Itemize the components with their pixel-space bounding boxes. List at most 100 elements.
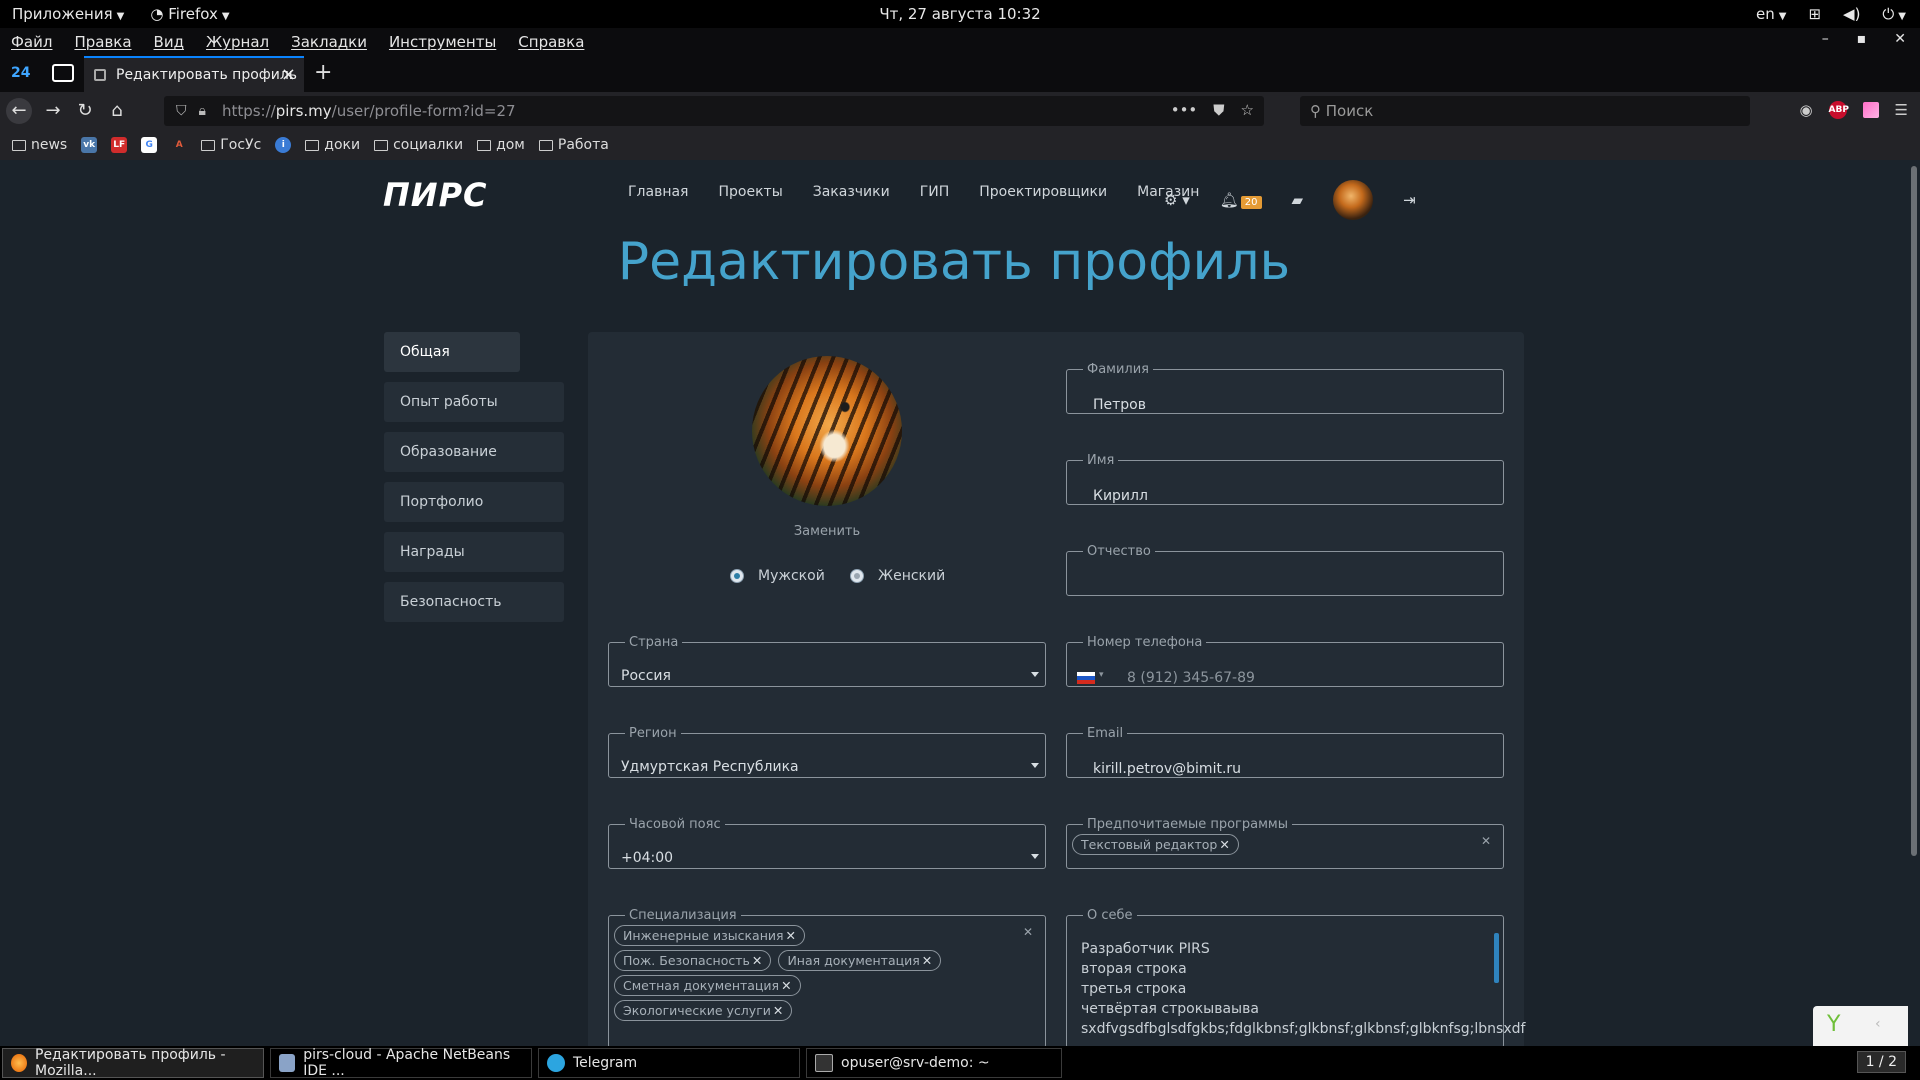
phone-field[interactable]: Номер телефона ▾ 8 (912) 345-67-89 [1066,635,1504,687]
firstname-field[interactable]: Имя Кирилл [1066,453,1504,505]
lastname-field[interactable]: Фамилия Петров [1066,362,1504,414]
sidebar-item-education[interactable]: Образование [384,432,564,472]
notifications-bell-icon[interactable]: 🔔︎ 20 [1220,191,1262,209]
profile-avatar[interactable] [752,356,902,506]
back-icon[interactable]: ← [6,98,32,124]
menu-file[interactable]: Файл [11,33,52,51]
bookmark-home[interactable]: дом [477,137,525,153]
new-tab-icon[interactable]: + [314,60,332,85]
nav-designers[interactable]: Проектировщики [979,184,1107,200]
programs-field[interactable]: Предпочитаемые программы ✕ Текстовый ред… [1066,817,1504,869]
bookmark-gosus[interactable]: ГосУс [201,137,261,153]
yii-debug-toolbar[interactable]: Y ‹ [1813,1006,1908,1046]
page-scrollbar[interactable] [1908,160,1920,1046]
chat-icon[interactable]: ▰ [1292,191,1304,209]
search-input[interactable]: ⚲ Поиск [1300,96,1750,126]
region-select[interactable]: Регион Удмуртская Республика [608,726,1046,778]
account-icon[interactable]: ◉ [1799,101,1812,119]
workspace-pager[interactable]: 1 / 2 [1856,1051,1906,1073]
shield-icon[interactable]: ⛉ [176,103,187,119]
about-scrollbar[interactable] [1494,933,1499,983]
task-terminal[interactable]: opuser@srv-demo: ~ [806,1048,1062,1078]
nav-home[interactable]: Главная [628,184,688,200]
menu-help[interactable]: Справка [518,33,584,51]
chip-other-docs[interactable]: Иная документация ✕ [778,950,942,971]
hamburger-menu-icon[interactable]: ☰ [1895,101,1908,119]
page-actions-icon[interactable]: ••• [1171,101,1198,119]
site-logo[interactable]: ПИРС [383,176,488,214]
url-bar[interactable]: ⛉ 🔒︎ https://pirs.my/user/profile-form?i… [164,96,1264,126]
email-field[interactable]: Email kirill.petrov@bimit.ru [1066,726,1504,778]
task-firefox[interactable]: Редактировать профиль - Mozilla... [2,1047,264,1079]
timezone-select[interactable]: Часовой пояс +04:00 [608,817,1046,869]
chip-estimate-docs[interactable]: Сметная документация ✕ [614,975,801,996]
gender-male-radio[interactable]: Мужской [730,568,825,584]
clear-specialization-icon[interactable]: ✕ [1023,925,1033,939]
menu-view[interactable]: Вид [154,33,184,51]
forward-icon[interactable]: → [40,98,66,124]
scrollbar-thumb[interactable] [1911,166,1917,856]
pocket-icon[interactable]: ⛊ [1213,101,1224,119]
bookmark-docs[interactable]: доки [305,137,360,153]
menu-tools[interactable]: Инструменты [389,33,496,51]
country-select[interactable]: Страна Россия [608,635,1046,687]
vk-icon[interactable]: vk [81,137,98,153]
nav-gip[interactable]: ГИП [920,184,950,200]
minimize-icon[interactable]: – [1822,31,1829,47]
clear-programs-icon[interactable]: ✕ [1481,834,1491,848]
maximize-icon[interactable]: ▪ [1857,31,1867,47]
tab-active[interactable]: Редактировать профиль × [84,56,304,92]
task-telegram[interactable]: Telegram [538,1048,800,1078]
sidebar-item-security[interactable]: Безопасность [384,582,564,622]
menu-bookmarks[interactable]: Закладки [291,33,367,51]
lock-warning-icon[interactable]: 🔒︎ [199,103,206,119]
star-icon[interactable]: ☆ [1241,101,1254,119]
clock[interactable]: Чт, 27 августа 10:32 [0,5,1920,23]
replace-avatar-link[interactable]: Заменить [752,524,902,539]
bookmark-work[interactable]: Работа [538,137,609,153]
keyboard-layout[interactable]: en ▼ [1756,5,1786,23]
close-tab-icon[interactable]: × [281,64,296,85]
chip-fire-safety[interactable]: Пож. Безопасность ✕ [614,950,772,971]
pinned-tab-24[interactable]: 24 [11,65,30,81]
folder-icon [374,139,389,151]
sidebar-item-portfolio[interactable]: Портфолио [384,482,564,522]
about-text[interactable]: Разработчик PIRS вторая строка третья ст… [1081,939,1525,1039]
a-icon[interactable]: A [171,137,187,153]
bookmark-social[interactable]: социалки [374,137,463,153]
sidebar-item-general[interactable]: Общая [384,332,520,372]
nav-projects[interactable]: Проекты [718,184,782,200]
close-window-icon[interactable]: ✕ [1894,31,1906,47]
menu-history[interactable]: Журнал [206,33,269,51]
user-avatar[interactable] [1333,180,1374,220]
chip-engineering-surveys[interactable]: Инженерные изыскания ✕ [614,925,806,946]
about-field[interactable]: О себе Разработчик PIRS вторая строка тр… [1066,908,1525,1046]
chevron-left-icon[interactable]: ‹ [1875,1016,1881,1032]
pinned-tab-media[interactable] [52,64,74,82]
bookmark-news[interactable]: news [12,137,67,153]
task-netbeans[interactable]: pirs-cloud - Apache NetBeans IDE ... [270,1047,532,1079]
chip-ecology[interactable]: Экологические услуги ✕ [614,1000,793,1021]
lf-icon[interactable]: LF [111,137,128,153]
menu-edit[interactable]: Правка [74,33,131,51]
russia-flag-icon[interactable] [1077,672,1095,684]
middlename-field[interactable]: Отчество [1066,544,1504,596]
extension-icon[interactable] [1862,102,1879,118]
specialization-field[interactable]: Специализация ✕ Инженерные изыскания ✕ По… [608,908,1046,1046]
chip-text-editor[interactable]: Текстовый редактор ✕ [1072,834,1239,855]
home-icon[interactable]: ⌂ [104,98,130,124]
reload-icon[interactable]: ↻ [72,98,98,124]
volume-icon[interactable]: ◀) [1843,5,1860,23]
adblock-icon[interactable]: ABP [1828,101,1849,119]
sidebar-item-experience[interactable]: Опыт работы [384,382,564,422]
sidebar-item-awards[interactable]: Награды [384,532,564,572]
gender-female-radio[interactable]: Женский [850,568,945,584]
google-icon[interactable]: G [141,137,158,153]
nav-customers[interactable]: Заказчики [813,184,890,200]
logout-icon[interactable]: ⇥ [1403,191,1416,209]
network-icon[interactable]: ⊞ [1808,5,1821,23]
info-icon[interactable]: i [275,137,292,153]
power-icon[interactable]: ⏻ ▼ [1882,5,1906,23]
folder-icon [538,139,553,151]
settings-gear-icon[interactable]: ⚙ ▾ [1164,191,1190,209]
